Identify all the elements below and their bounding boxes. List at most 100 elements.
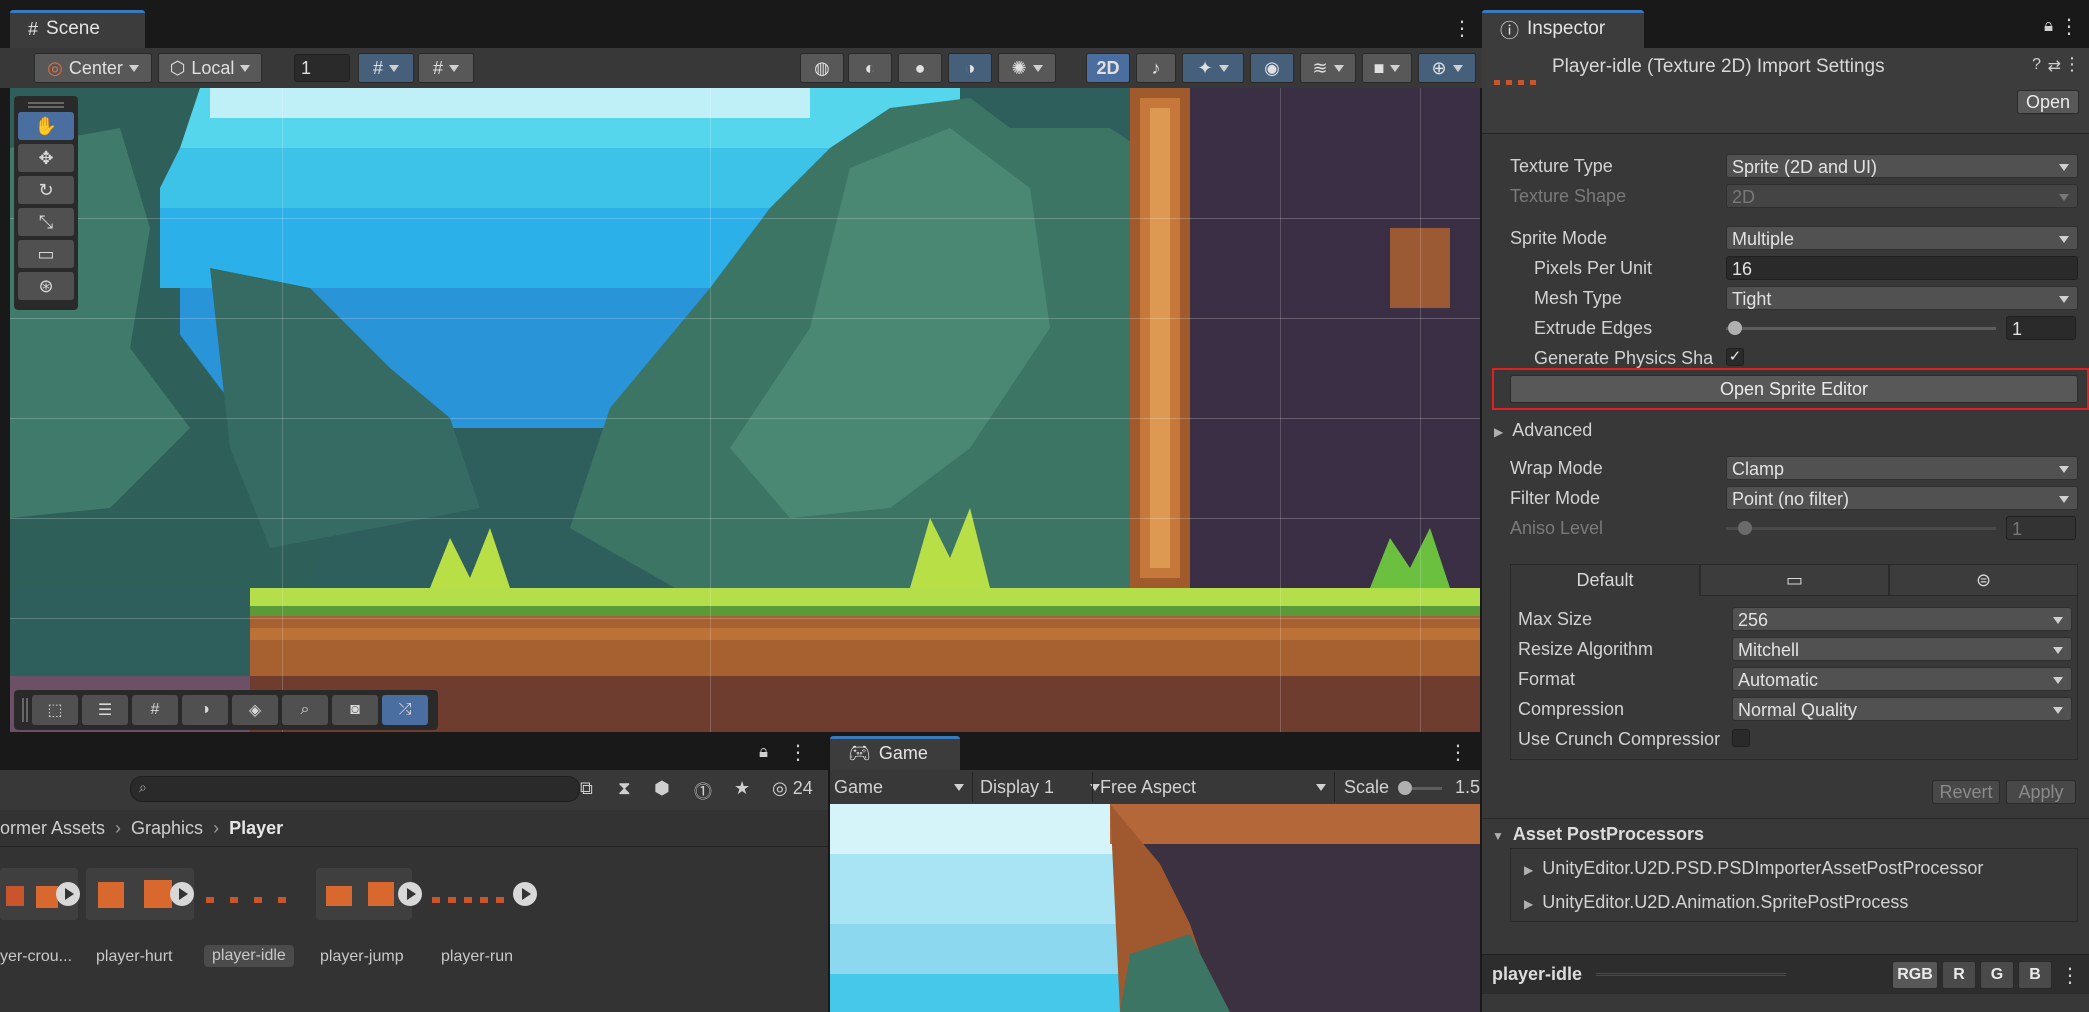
- scale-slider-knob[interactable]: [1398, 781, 1412, 795]
- gizmos-dropdown[interactable]: ⊕: [1418, 53, 1476, 83]
- shading-shaded-button[interactable]: ●: [898, 53, 942, 83]
- debug-draw-mode-button[interactable]: ✺: [998, 53, 1056, 83]
- log-types-icon[interactable]: ⓵: [694, 778, 712, 804]
- preview-menu-icon[interactable]: ⋮: [2060, 963, 2080, 988]
- use-crunch-compression-checkbox[interactable]: [1732, 729, 1750, 747]
- rotate-tool-button[interactable]: ↻: [18, 176, 74, 204]
- layers-dropdown[interactable]: ≋: [1300, 53, 1356, 83]
- rect-select-overlay-button[interactable]: ⬚: [32, 695, 78, 725]
- display-dropdown[interactable]: Display 1: [980, 774, 1104, 800]
- lock-icon[interactable]: 🔒︎: [2044, 16, 2053, 36]
- play-preview-button[interactable]: [398, 882, 422, 906]
- filter-mode-dropdown[interactable]: Point (no filter): [1726, 486, 2078, 510]
- game-menu-icon[interactable]: ⋮: [1448, 740, 1468, 765]
- lighting-overlay-button[interactable]: ◑: [182, 695, 228, 725]
- mode-2d-toggle[interactable]: 2D: [1086, 53, 1130, 83]
- generate-physics-shape-checkbox[interactable]: ✓: [1726, 348, 1744, 366]
- camera-dropdown[interactable]: ■: [1362, 53, 1412, 83]
- mesh-type-dropdown[interactable]: Tight: [1726, 286, 2078, 310]
- scene-visibility-toggle[interactable]: ◉: [1250, 53, 1294, 83]
- asset-label-player-idle[interactable]: player-idle: [204, 945, 294, 967]
- platform-tab-standalone[interactable]: ▭: [1700, 564, 1889, 596]
- channel-r-button[interactable]: R: [1942, 961, 1976, 989]
- postprocessor-item[interactable]: ▶ UnityEditor.U2D.Animation.SpritePostPr…: [1524, 892, 1908, 913]
- breadcrumb-item-graphics[interactable]: Graphics: [131, 818, 203, 839]
- sprite-mode-dropdown[interactable]: Multiple: [1726, 226, 2078, 250]
- tab-game[interactable]: 🎮︎ Game: [830, 736, 960, 770]
- grid-snap-toggle[interactable]: #: [358, 53, 414, 83]
- platform-tab-default[interactable]: Default: [1510, 564, 1700, 596]
- resize-algorithm-dropdown[interactable]: Mitchell: [1732, 637, 2072, 661]
- snap-increment-button[interactable]: #: [418, 53, 474, 83]
- scene-menu-icon[interactable]: ⋮: [1452, 16, 1472, 41]
- transform-tool-button[interactable]: ⊛: [18, 272, 74, 300]
- open-button[interactable]: Open: [2017, 90, 2079, 114]
- game-view-dropdown[interactable]: Game: [834, 774, 968, 800]
- aspect-dropdown[interactable]: Free Aspect: [1100, 774, 1330, 800]
- inspector-menu-icon[interactable]: ⋮: [2059, 14, 2079, 39]
- tab-scene[interactable]: # Scene: [10, 10, 145, 48]
- texture-type-dropdown[interactable]: Sprite (2D and UI): [1726, 154, 2078, 178]
- audio-toggle[interactable]: ♪: [1136, 53, 1176, 83]
- tab-inspector[interactable]: ⓘ Inspector: [1482, 10, 1644, 48]
- search-by-type-icon[interactable]: ⧗: [618, 778, 631, 799]
- pixels-per-unit-field[interactable]: 16: [1726, 256, 2078, 280]
- compression-dropdown[interactable]: Normal Quality: [1732, 697, 2072, 721]
- shuffle-overlay-button[interactable]: ⤮: [382, 695, 428, 725]
- extrude-edges-slider[interactable]: [1726, 327, 1996, 330]
- asset-postprocessors-foldout[interactable]: ▼ Asset PostProcessors: [1492, 824, 1704, 845]
- extrude-edges-field[interactable]: 1: [2006, 316, 2076, 340]
- overlay-drag-handle[interactable]: [28, 102, 64, 108]
- lighting-toggle[interactable]: ◑: [948, 53, 992, 83]
- open-sprite-editor-button[interactable]: Open Sprite Editor: [1510, 375, 2078, 403]
- hand-tool-button[interactable]: ✋: [18, 112, 74, 140]
- camera-overlay-button[interactable]: ◙: [332, 695, 378, 725]
- extrude-edges-slider-knob[interactable]: [1728, 321, 1742, 335]
- overlay-drag-handle[interactable]: [22, 698, 28, 722]
- layers-overlay-button[interactable]: ◈: [232, 695, 278, 725]
- play-preview-button[interactable]: [513, 882, 537, 906]
- favorite-star-icon[interactable]: ★: [734, 778, 750, 799]
- wrap-mode-dropdown[interactable]: Clamp: [1726, 456, 2078, 480]
- play-preview-button[interactable]: [170, 882, 194, 906]
- play-preview-button[interactable]: [56, 882, 80, 906]
- move-tool-button[interactable]: ✥: [18, 144, 74, 172]
- channel-rgb-button[interactable]: RGB: [1892, 961, 1938, 989]
- platform-tab-webgl[interactable]: ⊜: [1889, 564, 2078, 596]
- pivot-rotation-dropdown[interactable]: ⬡ Local: [158, 53, 262, 83]
- pivot-mode-dropdown[interactable]: ◎ Center: [34, 53, 152, 83]
- shading-shaded-wire-button[interactable]: ◐: [848, 53, 892, 83]
- format-dropdown[interactable]: Automatic: [1732, 667, 2072, 691]
- shading-wire-button[interactable]: ◍: [800, 53, 844, 83]
- tilemap-palette-button[interactable]: ☰: [82, 695, 128, 725]
- preset-icon[interactable]: ⇄: [2048, 56, 2061, 76]
- breadcrumb-item-player[interactable]: Player: [229, 818, 283, 839]
- project-menu-icon[interactable]: ⋮: [788, 740, 808, 765]
- component-menu-icon[interactable]: ⋮: [2063, 54, 2081, 75]
- grid-step-input[interactable]: 1: [294, 54, 350, 82]
- breadcrumb-item-assets[interactable]: ormer Assets: [0, 818, 105, 839]
- search-in-window-icon[interactable]: ⧉: [580, 778, 593, 799]
- asset-label-player-crouch[interactable]: yer-crou...: [0, 948, 72, 966]
- asset-label-player-hurt[interactable]: player-hurt: [96, 948, 172, 966]
- rect-tool-button[interactable]: ▭: [18, 240, 74, 268]
- preview-drag-handle[interactable]: [1596, 973, 1786, 976]
- grid-overlay-button[interactable]: #: [132, 695, 178, 725]
- project-search-input[interactable]: ⌕: [130, 776, 580, 802]
- search-overlay-button[interactable]: ⌕: [282, 695, 328, 725]
- hidden-packages-toggle[interactable]: ◎ 24: [772, 778, 813, 799]
- lock-icon[interactable]: 🔒︎: [759, 742, 768, 762]
- channel-g-button[interactable]: G: [1980, 961, 2014, 989]
- help-icon[interactable]: ?: [2032, 56, 2041, 74]
- apply-button[interactable]: Apply: [2006, 780, 2076, 804]
- revert-button[interactable]: Revert: [1932, 780, 2000, 804]
- scene-viewport[interactable]: [10, 88, 1480, 732]
- max-size-dropdown[interactable]: 256: [1732, 607, 2072, 631]
- scale-tool-button[interactable]: ⤡: [18, 208, 74, 236]
- postprocessor-item[interactable]: ▶ UnityEditor.U2D.PSD.PSDImporterAssetPo…: [1524, 858, 1983, 879]
- search-by-label-icon[interactable]: ⬢: [654, 778, 670, 799]
- effects-toggle[interactable]: ✦: [1182, 53, 1244, 83]
- asset-label-player-jump[interactable]: player-jump: [320, 948, 404, 966]
- advanced-foldout[interactable]: ▶ Advanced: [1494, 420, 1592, 441]
- asset-label-player-run[interactable]: player-run: [441, 948, 513, 966]
